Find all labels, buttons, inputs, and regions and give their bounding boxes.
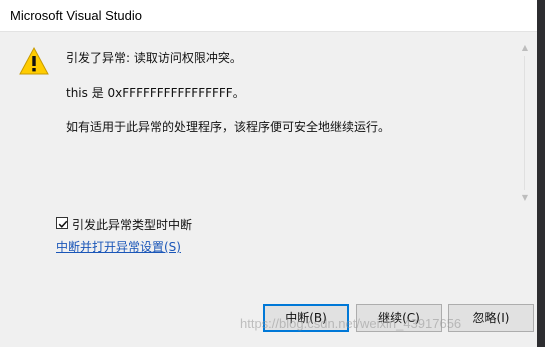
warning-icon (18, 46, 50, 76)
scroll-down-icon[interactable]: ▼ (521, 194, 529, 202)
exception-detail: this 是 0xFFFFFFFFFFFFFFFF。 (66, 86, 245, 100)
break-on-exception-label: 引发此异常类型时中断 (72, 218, 193, 232)
exception-message: 引发了异常: 读取访问权限冲突。 (66, 51, 242, 65)
message-scrollbar[interactable]: ▲ ▼ (519, 44, 531, 202)
break-on-exception-checkbox[interactable] (56, 217, 68, 229)
open-exception-settings-link[interactable]: 中断并打开异常设置(S) (56, 238, 181, 255)
window-title: Microsoft Visual Studio (10, 8, 142, 23)
continue-button[interactable]: 继续(C) (356, 304, 442, 332)
window-edge (537, 0, 545, 347)
scroll-track[interactable] (524, 56, 525, 190)
handler-note: 如有适用于此异常的处理程序，该程序便可安全地继续运行。 (66, 120, 391, 134)
title-bar: Microsoft Visual Studio (0, 0, 545, 32)
scroll-up-icon[interactable]: ▲ (521, 44, 529, 52)
break-button[interactable]: 中断(B) (263, 304, 349, 332)
checkmark-icon (58, 220, 68, 228)
ignore-button[interactable]: 忽略(I) (448, 304, 534, 332)
